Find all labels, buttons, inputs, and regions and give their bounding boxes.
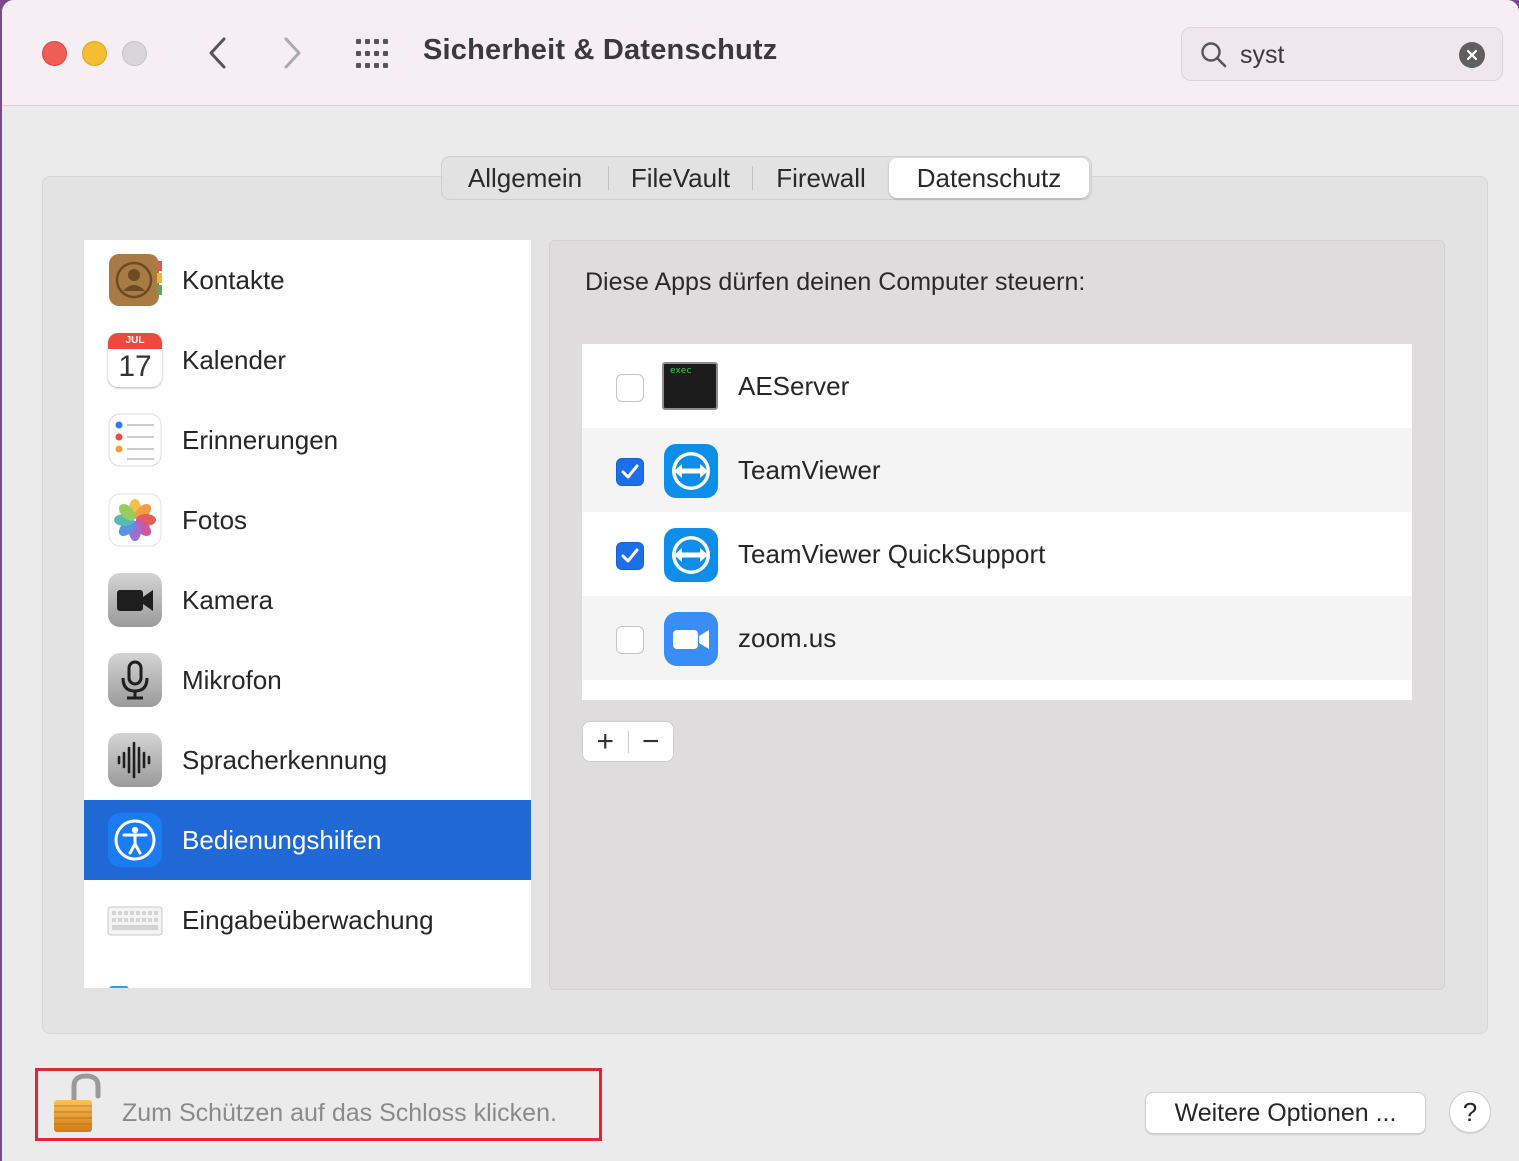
sidebar-item-kalender[interactable]: JUL 17 Kalender: [84, 320, 531, 400]
remove-app-button[interactable]: −: [628, 722, 673, 761]
sidebar-item-erinnerungen[interactable]: Erinnerungen: [84, 400, 531, 480]
help-button[interactable]: ?: [1449, 1091, 1491, 1133]
lock-hint-text: Zum Schützen auf das Schloss klicken.: [122, 1099, 557, 1127]
app-row-aeserver[interactable]: exec AEServer: [582, 344, 1412, 428]
sidebar-item-fotos[interactable]: Fotos: [84, 480, 531, 560]
add-remove-control: + −: [582, 721, 674, 762]
speech-recognition-icon: [108, 733, 162, 787]
zoom-icon: [664, 612, 718, 666]
calendar-icon: JUL 17: [108, 333, 162, 387]
tab-filevault[interactable]: FileVault: [609, 157, 752, 199]
tab-datenschutz[interactable]: Datenschutz: [889, 158, 1089, 198]
panel-title: Diese Apps dürfen deinen Computer steuer…: [585, 268, 1086, 296]
keyboard-icon: [107, 906, 163, 936]
camera-icon: [108, 573, 162, 627]
search-input[interactable]: [1240, 36, 1440, 74]
clear-search-button[interactable]: [1459, 42, 1485, 68]
microphone-icon: [108, 653, 162, 707]
sidebar-item-label: Fotos: [182, 504, 248, 535]
sidebar-item-partial[interactable]: [84, 960, 531, 988]
tab-bar: Allgemein FileVault Firewall Datenschutz: [441, 156, 1092, 200]
zoom-window-button[interactable]: [122, 41, 147, 66]
reminders-icon: [108, 413, 162, 467]
sidebar-item-spracherkennung[interactable]: Spracherkennung: [84, 720, 531, 800]
tab-firewall[interactable]: Firewall: [753, 157, 889, 199]
app-checkbox-teamviewer-quicksupport[interactable]: [616, 542, 644, 570]
more-options-button[interactable]: Weitere Optionen ...: [1145, 1092, 1426, 1134]
system-preferences-window: Sicherheit & Datenschutz Allgemein FileV…: [2, 0, 1519, 1161]
show-all-button[interactable]: [352, 36, 394, 72]
app-name: AEServer: [738, 371, 850, 401]
checkmark-icon: [621, 464, 639, 479]
sidebar-item-label: Erinnerungen: [182, 424, 339, 455]
app-checkbox-zoom[interactable]: [616, 626, 644, 654]
sidebar-item-label: Spracherkennung: [182, 744, 388, 775]
contacts-icon: [109, 254, 162, 306]
sidebar-item-label: Kontakte: [182, 264, 285, 295]
back-button[interactable]: [198, 32, 238, 74]
calendar-day: 17: [118, 350, 152, 383]
sidebar-item-label: Kamera: [182, 584, 274, 615]
window-title: Sicherheit & Datenschutz: [423, 34, 778, 66]
sidebar-item-mikrofon[interactable]: Mikrofon: [84, 640, 531, 720]
checkmark-icon: [621, 548, 639, 563]
calendar-month: JUL: [108, 333, 162, 349]
privacy-category-list[interactable]: Kontakte JUL 17 Kalender Erinnerungen Fo…: [84, 240, 531, 988]
search-field[interactable]: [1181, 27, 1503, 81]
sidebar-item-kontakte[interactable]: Kontakte: [84, 240, 531, 320]
exec-label: exec: [670, 366, 692, 376]
sidebar-item-bedienungshilfen[interactable]: Bedienungshilfen: [84, 800, 531, 880]
app-name: TeamViewer QuickSupport: [738, 539, 1046, 569]
teamviewer-icon: [664, 528, 718, 582]
sidebar-item-label: Bedienungshilfen: [182, 824, 382, 855]
app-name: zoom.us: [738, 623, 837, 653]
folder-icon: [109, 986, 129, 988]
unlocked-padlock-icon[interactable]: [46, 1072, 110, 1136]
terminal-exec-icon: exec: [662, 362, 718, 410]
app-row-teamviewer[interactable]: TeamViewer: [582, 428, 1412, 512]
forward-button[interactable]: [272, 32, 312, 74]
teamviewer-icon: [664, 444, 718, 498]
app-checkbox-teamviewer[interactable]: [616, 458, 644, 486]
grid-icon: [356, 39, 388, 68]
minimize-window-button[interactable]: [82, 41, 107, 66]
app-list[interactable]: exec AEServer TeamViewer TeamViewer Quic…: [582, 344, 1412, 700]
sidebar-item-label: Eingabeüberwachung: [182, 904, 434, 935]
chevron-right-icon: [284, 37, 301, 69]
sidebar-item-kamera[interactable]: Kamera: [84, 560, 531, 640]
app-name: TeamViewer: [738, 455, 881, 485]
sidebar-item-label: Kalender: [182, 344, 287, 375]
close-window-button[interactable]: [42, 41, 67, 66]
app-checkbox-aeserver[interactable]: [616, 374, 644, 402]
title-bar: Sicherheit & Datenschutz: [2, 0, 1519, 106]
close-icon: [1466, 49, 1478, 61]
sidebar-item-label: Mikrofon: [182, 664, 282, 695]
search-icon: [1201, 42, 1227, 68]
chevron-left-icon: [209, 37, 226, 69]
accessibility-icon: [108, 813, 162, 867]
tab-allgemein[interactable]: Allgemein: [442, 157, 608, 199]
sidebar-item-eingabeueberwachung[interactable]: Eingabeüberwachung: [84, 880, 531, 960]
add-app-button[interactable]: +: [583, 722, 628, 761]
app-row-teamviewer-quicksupport[interactable]: TeamViewer QuickSupport: [582, 512, 1412, 596]
app-row-zoom[interactable]: zoom.us: [582, 596, 1412, 680]
photos-icon: [108, 493, 162, 547]
